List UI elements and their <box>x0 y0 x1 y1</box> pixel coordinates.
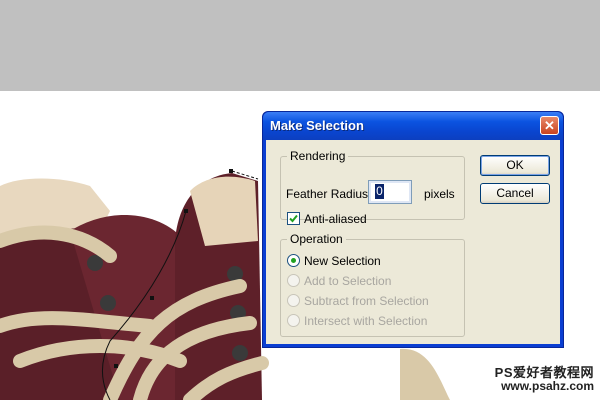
dialog-body: Rendering Feather Radius: 0 pixels Anti-… <box>266 140 560 344</box>
operation-group-label: Operation <box>287 232 346 246</box>
radio-add-to-selection[interactable] <box>287 274 300 287</box>
close-icon[interactable]: ✕ <box>540 116 559 135</box>
radio-subtract-from-selection[interactable] <box>287 294 300 307</box>
option-subtract-from-selection-label: Subtract from Selection <box>304 294 429 308</box>
operation-group: Operation New Selection Add to Selection… <box>280 232 465 337</box>
option-new-selection-label: New Selection <box>304 254 381 268</box>
ok-button[interactable]: OK <box>480 155 550 176</box>
anti-aliased-checkbox[interactable] <box>287 212 300 225</box>
dialog-titlebar[interactable]: Make Selection ✕ <box>263 112 563 140</box>
gray-background-band <box>0 0 600 91</box>
feather-unit-label: pixels <box>424 187 455 201</box>
eyelet <box>100 295 116 311</box>
feather-radius-label: Feather Radius: <box>286 187 372 201</box>
cancel-button[interactable]: Cancel <box>480 183 550 204</box>
anti-aliased-label: Anti-aliased <box>304 212 367 226</box>
rendering-group: Rendering Feather Radius: 0 pixels Anti-… <box>280 149 465 226</box>
make-selection-dialog: Make Selection ✕ Rendering Feather Radiu… <box>262 111 564 348</box>
checkmark-icon <box>289 214 298 223</box>
radio-new-selection[interactable] <box>287 254 300 267</box>
feather-radius-value: 0 <box>375 184 384 199</box>
radio-intersect-with-selection[interactable] <box>287 314 300 327</box>
watermark-url: www.psahz.com <box>501 379 594 393</box>
eyelet <box>232 345 248 361</box>
option-add-to-selection-label: Add to Selection <box>304 274 392 288</box>
feather-radius-input[interactable]: 0 <box>368 180 412 204</box>
dialog-title: Make Selection <box>270 118 364 133</box>
option-intersect-with-selection-label: Intersect with Selection <box>304 314 428 328</box>
rendering-group-label: Rendering <box>287 149 349 163</box>
radio-dot-icon <box>291 258 296 263</box>
